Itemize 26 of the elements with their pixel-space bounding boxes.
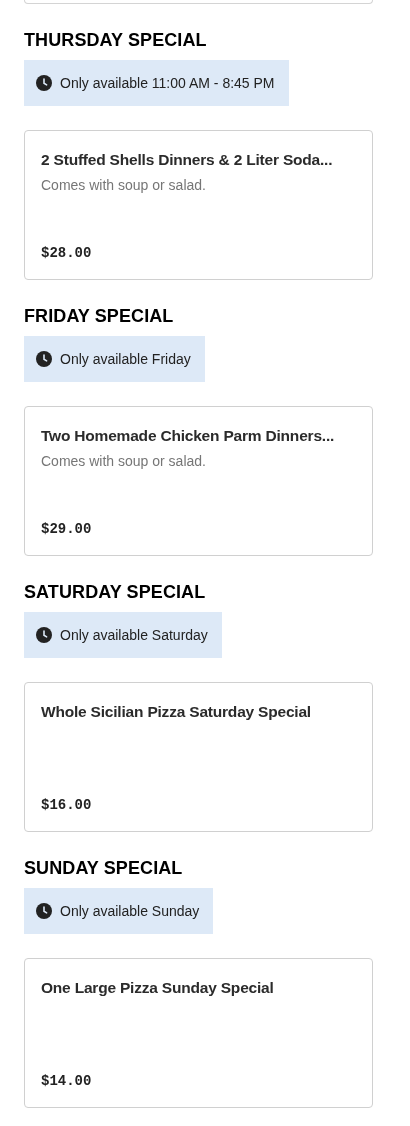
item-description: Comes with soup or salad. bbox=[41, 176, 207, 194]
clock-icon bbox=[36, 903, 52, 919]
menu-item-card[interactable]: Two Homemade Chicken Parm Dinners... Comes with soup or salad. $29.00 bbox=[24, 406, 373, 556]
menu-item-card[interactable]: Whole Sicilian Pizza Saturday Special $16.00 bbox=[24, 682, 373, 832]
item-name: Two Homemade Chicken Parm Dinners... bbox=[41, 426, 336, 446]
item-name: One Large Pizza Sunday Special bbox=[41, 978, 275, 998]
menu-item-card[interactable]: One Large Pizza Sunday Special $14.00 bbox=[24, 958, 373, 1108]
item-price: $28.00 bbox=[41, 245, 93, 261]
item-description: Comes with soup or salad. bbox=[41, 452, 207, 470]
item-price: $14.00 bbox=[41, 1073, 93, 1089]
availability-text: Only available 11:00 AM - 8:45 PM bbox=[60, 75, 275, 91]
menu-item-card[interactable]: 2 Stuffed Shells Dinners & 2 Liter Soda... Comes with soup or salad. $28.00 bbox=[24, 130, 373, 280]
availability-text: Only available Sunday bbox=[60, 903, 200, 919]
section-heading: THURSDAY SPECIAL bbox=[24, 30, 207, 50]
section-heading: SATURDAY SPECIAL bbox=[24, 582, 206, 602]
item-name: 2 Stuffed Shells Dinners & 2 Liter Soda... bbox=[41, 150, 334, 170]
availability-text: Only available Saturday bbox=[60, 627, 208, 643]
item-price: $16.00 bbox=[41, 797, 93, 813]
clock-icon bbox=[36, 627, 52, 643]
availability-text: Only available Friday bbox=[60, 351, 191, 367]
clock-icon bbox=[36, 75, 52, 91]
clock-icon bbox=[36, 351, 52, 367]
item-price: $29.00 bbox=[41, 521, 93, 537]
section-heading: FRIDAY SPECIAL bbox=[24, 306, 174, 326]
section-heading: SUNDAY SPECIAL bbox=[24, 858, 183, 878]
item-name: Whole Sicilian Pizza Saturday Special bbox=[41, 702, 312, 722]
